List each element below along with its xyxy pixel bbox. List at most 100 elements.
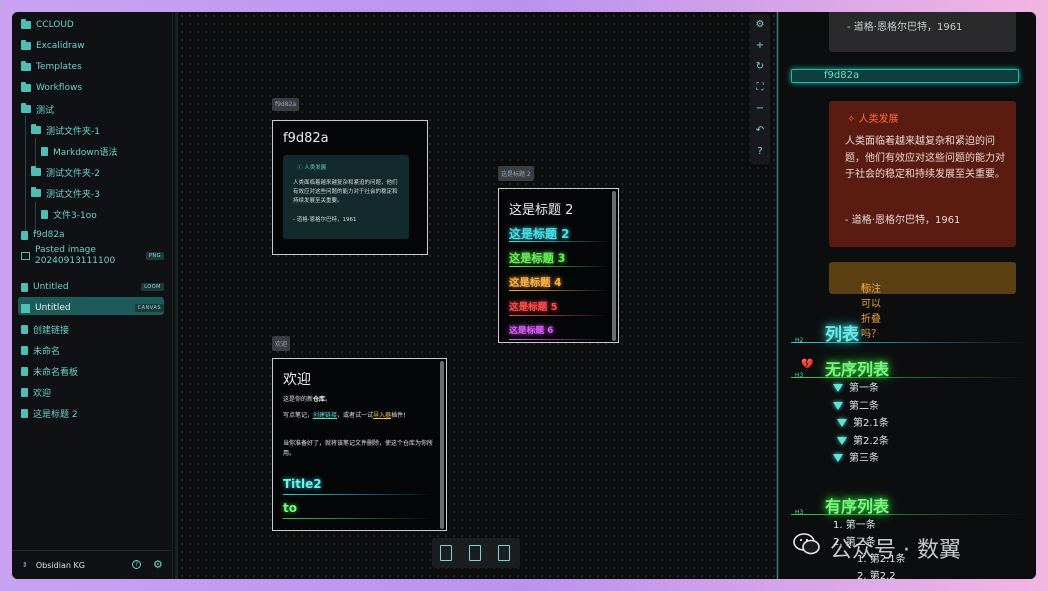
- card-title: f9d82a: [283, 131, 329, 146]
- help-icon[interactable]: ?: [750, 144, 770, 160]
- sidebar-item[interactable]: Markdown语法: [41, 142, 117, 160]
- sidebar-item[interactable]: CCLOUD: [21, 16, 74, 34]
- add-note-icon[interactable]: [469, 545, 481, 561]
- file-type-badge: PNG: [145, 252, 164, 260]
- list-item: 2. 第2.2: [857, 571, 896, 579]
- sidebar-item[interactable]: Pasted image 20240913111100: [21, 245, 116, 266]
- markdown-preview-pane[interactable]: - 道格·恩格尔巴特，1961 f9d82a ✧ 人类发展 人类面临着越来越复杂…: [779, 12, 1036, 579]
- sidebar-item[interactable]: Excalidraw: [21, 37, 85, 55]
- folder-icon: [21, 19, 31, 29]
- bullet-triangle-icon: [833, 384, 843, 392]
- list-item: 第2.1条: [837, 414, 889, 429]
- wechat-logo-icon: [793, 533, 820, 555]
- file-icon: [41, 209, 48, 219]
- scrollbar[interactable]: [612, 191, 616, 341]
- add-node-toolbar: [432, 538, 520, 568]
- importer-link[interactable]: 导入器: [373, 412, 391, 419]
- neon-heading: 这是标题 2: [509, 227, 570, 241]
- callout-body: 人类面临着越来越复杂和紧迫的问题，他们有效应对这些问题的能力对于社会的稳定和持续…: [845, 136, 1005, 180]
- list-item: 1. 第一条: [833, 520, 876, 531]
- sidebar-item-label: 未命名: [33, 346, 61, 357]
- sidebar-item-label: Markdown语法: [53, 147, 118, 158]
- folder-icon: [21, 82, 31, 92]
- file-icon: [21, 387, 28, 397]
- sidebar-item-label: CCLOUD: [36, 20, 74, 30]
- file-icon: [21, 345, 28, 355]
- sidebar-item-label: 未命名看板: [33, 367, 79, 378]
- welcome-paragraph-1: 这是你的新仓库。: [283, 396, 332, 403]
- heading-text: f9d82a: [824, 70, 860, 81]
- canvas-toolbar: ⚙ + ↻ ⛶ − ↶ ?: [750, 14, 770, 164]
- sidebar-item[interactable]: Templates: [21, 58, 82, 76]
- file-type-badge: CANVAS: [134, 304, 164, 312]
- file-icon: [21, 324, 28, 334]
- create-link[interactable]: 创建链接: [313, 412, 337, 419]
- neon-heading: 这是标题 3: [509, 251, 566, 265]
- callout-quote: - 道格·恩格尔巴特，1961: [293, 217, 357, 223]
- sidebar-item-label: 测试: [36, 105, 55, 116]
- card-label-heading2[interactable]: 这是标题 2: [498, 166, 534, 181]
- zoom-in-icon[interactable]: +: [750, 38, 770, 54]
- gear-icon[interactable]: ⚙: [153, 558, 163, 571]
- scrollbar[interactable]: [440, 361, 444, 529]
- heading-bar: f9d82a: [791, 69, 1019, 83]
- reset-zoom-icon[interactable]: ↻: [750, 59, 770, 75]
- fit-to-screen-icon[interactable]: ⛶: [750, 80, 770, 96]
- sidebar-item[interactable]: 测试文件夹-1: [31, 121, 100, 139]
- watermark-text: 公众号 · 数翼: [830, 538, 961, 563]
- sidebar-item[interactable]: 测试文件夹-3: [31, 184, 100, 202]
- danger-callout: ✧ 人类发展 人类面临着越来越复杂和紧迫的问题，他们有效应对这些问题的能力对于社…: [829, 101, 1016, 247]
- sidebar-item-label: 测试文件夹-2: [46, 168, 100, 179]
- undo-icon[interactable]: ↶: [750, 123, 770, 139]
- sidebar-item[interactable]: Untitled: [21, 278, 69, 296]
- add-card-icon[interactable]: [440, 545, 452, 561]
- help-icon[interactable]: ?: [132, 560, 141, 569]
- sidebar-item[interactable]: 创建链接: [21, 320, 69, 338]
- canvas-card-f9d82a[interactable]: f9d82a ⓘ 人类发展 人类面临着越来越复杂和紧迫的问题，他们有效应对这些问…: [272, 120, 428, 255]
- add-media-icon[interactable]: [498, 545, 510, 561]
- folder-icon: [31, 187, 41, 197]
- list-item: 第二条: [833, 397, 879, 412]
- sidebar-item[interactable]: 这是标题 2: [21, 404, 78, 422]
- sidebar-item[interactable]: f9d82a: [21, 226, 65, 244]
- sidebar-item-label: Workflows: [36, 83, 83, 93]
- file-icon: [21, 366, 28, 376]
- sidebar-item-label: 文件3-1oo: [53, 210, 97, 221]
- folder-icon: [21, 103, 31, 113]
- bullet-triangle-icon: [833, 454, 843, 462]
- sidebar-item[interactable]: 文件3-1oo: [41, 205, 97, 223]
- neon-heading: 这是标题 4: [509, 277, 562, 289]
- file-icon: [21, 408, 28, 418]
- chevron-updown-icon[interactable]: ⇕: [22, 561, 28, 569]
- folder-icon: [31, 166, 41, 176]
- foldable-callout[interactable]: ⓘ 标注可以折叠吗？ ›: [829, 262, 1016, 340]
- sidebar-item[interactable]: Untitled: [21, 299, 71, 317]
- sidebar-item-label: Pasted image 20240913111100: [35, 245, 116, 266]
- sidebar-item[interactable]: 未命名: [21, 341, 60, 359]
- zoom-out-icon[interactable]: −: [750, 101, 770, 117]
- card-label-f9d82a[interactable]: f9d82a: [272, 98, 300, 111]
- chevron-right-icon[interactable]: ›: [861, 280, 865, 291]
- canvas-card-heading2[interactable]: 这是标题 2 这是标题 2 这是标题 3 这是标题 4 这是标题 5 这是标题 6: [498, 188, 619, 343]
- sidebar-item[interactable]: 测试文件夹-2: [31, 163, 100, 181]
- sidebar-item[interactable]: 未命名看板: [21, 362, 78, 380]
- file-icon: [21, 230, 28, 240]
- canvas-card-welcome[interactable]: 欢迎 这是你的新仓库。 写点笔记，创建链接，或者试一试导入器插件! 当你准备好了…: [272, 358, 447, 531]
- sidebar-item-label: f9d82a: [33, 230, 65, 240]
- file-type-badge: LOOM: [141, 283, 164, 291]
- callout-body: 人类面临着越来越复杂和紧迫的问题，他们有效应对这些问题的能力对于社会的稳定和持续…: [293, 180, 398, 204]
- file-icon: [21, 282, 28, 292]
- canvas-view[interactable]: f9d82a f9d82a ⓘ 人类发展 人类面临着越来越复杂和紧迫的问题，他们…: [178, 12, 776, 579]
- vault-switcher[interactable]: ⇕ Obsidian KG ? ⚙: [12, 550, 172, 579]
- list-item: 第三条: [833, 449, 879, 464]
- sidebar-item[interactable]: Workflows: [21, 79, 82, 97]
- quote-callout-tail: - 道格·恩格尔巴特，1961: [829, 12, 1016, 52]
- neon-heading: 这是标题 6: [509, 326, 554, 336]
- settings-icon[interactable]: ⚙: [750, 17, 770, 33]
- card-label-welcome[interactable]: 欢迎: [272, 336, 291, 351]
- vault-name: Obsidian KG: [35, 560, 85, 570]
- sidebar-item[interactable]: 测试: [21, 100, 54, 118]
- neon-heading: 这是标题 5: [509, 301, 558, 313]
- card-title: 这是标题 2: [509, 203, 574, 218]
- sidebar-item[interactable]: 欢迎: [21, 383, 51, 401]
